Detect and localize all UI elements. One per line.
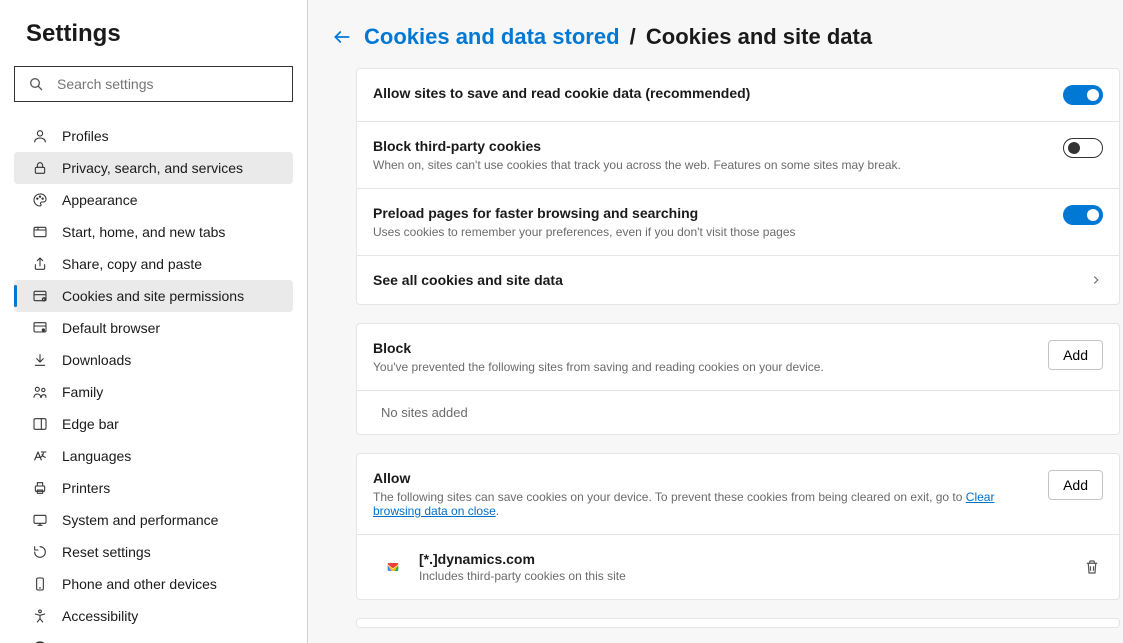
sidebar-item-family[interactable]: Family [14,376,293,408]
settings-title: Settings [26,20,293,48]
sidebar-item-label: Default browser [62,320,160,336]
allow-add-button[interactable]: Add [1048,470,1103,500]
search-wrap [14,66,293,102]
sidebar-item-label: Family [62,384,103,400]
system-icon [32,512,48,528]
sidebar-item-printer[interactable]: Printers [14,472,293,504]
sidebar-item-label: Start, home, and new tabs [62,224,225,240]
allow-title: Allow [373,470,1028,486]
block-card: Block You've prevented the following sit… [356,323,1120,435]
chevron-right-icon [1089,273,1103,287]
sidebar-item-label: System and performance [62,512,218,528]
search-input[interactable] [14,66,293,102]
breadcrumb: Cookies and data stored / Cookies and si… [364,24,872,50]
main-content: Cookies and data stored / Cookies and si… [308,0,1123,643]
sidebar-item-label: Appearance [62,192,138,208]
sidebar-item-label: Printers [62,480,110,496]
sidebar-item-label: Reset settings [62,544,151,560]
sidebar-item-label: Phone and other devices [62,576,217,592]
allow-desc: The following sites can save cookies on … [373,490,1028,518]
sidebar-item-lock[interactable]: Privacy, search, and services [14,152,293,184]
sidebar-item-reset[interactable]: Reset settings [14,536,293,568]
sidebar-item-label: Languages [62,448,131,464]
cookie-settings-card: Allow sites to save and read cookie data… [356,68,1120,305]
tab-icon [32,224,48,240]
page-header: Cookies and data stored / Cookies and si… [308,24,1123,68]
sidebar-item-user[interactable]: Profiles [14,120,293,152]
sidebar-item-label: Privacy, search, and services [62,160,243,176]
setting-desc: Uses cookies to remember your preference… [373,225,1043,239]
sidebar-item-edge[interactable]: About Microsoft Edge [14,632,293,643]
sidebar-item-tab[interactable]: Start, home, and new tabs [14,216,293,248]
share-icon [32,256,48,272]
sidebar-item-label: Downloads [62,352,131,368]
block-header-row: Block You've prevented the following sit… [357,324,1119,391]
setting-row: Allow sites to save and read cookie data… [357,69,1119,122]
breadcrumb-current: Cookies and site data [646,24,872,49]
extra-card [356,618,1120,628]
setting-desc: When on, sites can't use cookies that tr… [373,158,1043,172]
phone-icon [32,576,48,592]
settings-sidebar: Settings Profiles Privacy, search, and se… [0,0,308,643]
sidebar-item-share[interactable]: Share, copy and paste [14,248,293,280]
back-arrow-icon[interactable] [332,27,352,47]
sidebar-item-label: Share, copy and paste [62,256,202,272]
printer-icon [32,480,48,496]
language-icon [32,448,48,464]
sidebar-item-label: Profiles [62,128,109,144]
setting-row: Preload pages for faster browsing and se… [357,189,1119,256]
allow-card: Allow The following sites can save cooki… [356,453,1120,600]
settings-nav: Profiles Privacy, search, and services App… [14,120,293,643]
lock-icon [32,160,48,176]
block-empty-text: No sites added [357,391,1119,434]
sidebar-item-palette[interactable]: Appearance [14,184,293,216]
family-icon [32,384,48,400]
allow-site-row: [*.]dynamics.com Includes third-party coo… [357,535,1119,599]
sidebar-item-accessibility[interactable]: Accessibility [14,600,293,632]
sidebar-item-phone[interactable]: Phone and other devices [14,568,293,600]
block-desc: You've prevented the following sites fro… [373,360,1028,374]
sidebar-item-download[interactable]: Downloads [14,344,293,376]
toggle-switch[interactable] [1063,138,1103,158]
search-icon [28,76,44,92]
sidebar-item-sidebar[interactable]: Edge bar [14,408,293,440]
sidebar-item-browser[interactable]: Default browser [14,312,293,344]
setting-row: Block third-party cookies When on, sites … [357,122,1119,189]
sidebar-item-system[interactable]: System and performance [14,504,293,536]
site-note: Includes third-party cookies on this sit… [419,569,1083,583]
sidebar-item-cookie[interactable]: Cookies and site permissions [14,280,293,312]
block-add-button[interactable]: Add [1048,340,1103,370]
setting-title: Block third-party cookies [373,138,1043,154]
user-icon [32,128,48,144]
setting-title: Preload pages for faster browsing and se… [373,205,1043,221]
cookie-icon [32,288,48,304]
toggle-switch[interactable] [1063,85,1103,105]
see-all-cookies-link[interactable]: See all cookies and site data [357,256,1119,304]
accessibility-icon [32,608,48,624]
site-domain: [*.]dynamics.com [419,551,1083,567]
sidebar-item-label: Cookies and site permissions [62,288,244,304]
palette-icon [32,192,48,208]
delete-icon[interactable] [1083,558,1101,576]
see-all-label: See all cookies and site data [373,272,563,288]
sidebar-item-label: Edge bar [62,416,119,432]
reset-icon [32,544,48,560]
sidebar-icon [32,416,48,432]
download-icon [32,352,48,368]
block-title: Block [373,340,1028,356]
site-favicon-icon [385,559,401,575]
allow-header-row: Allow The following sites can save cooki… [357,454,1119,535]
toggle-switch[interactable] [1063,205,1103,225]
sidebar-item-label: Accessibility [62,608,138,624]
breadcrumb-parent-link[interactable]: Cookies and data stored [364,24,620,49]
browser-icon [32,320,48,336]
breadcrumb-separator: / [630,24,636,49]
sidebar-item-language[interactable]: Languages [14,440,293,472]
setting-title: Allow sites to save and read cookie data… [373,85,1043,101]
